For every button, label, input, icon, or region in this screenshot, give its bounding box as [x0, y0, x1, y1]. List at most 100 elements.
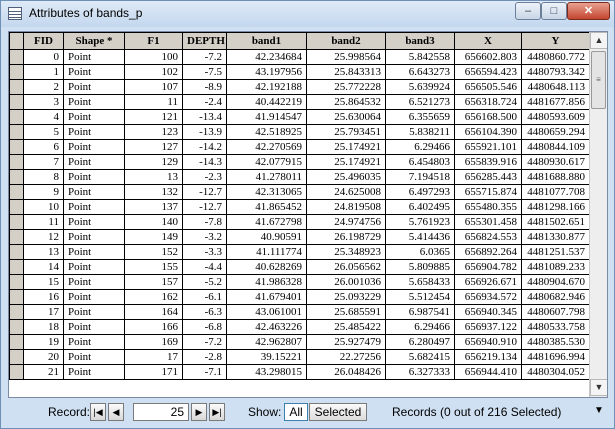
table-cell[interactable]: 656505.546: [454, 79, 522, 95]
table-cell[interactable]: 22.27256: [306, 349, 386, 365]
row-selector[interactable]: [9, 169, 24, 185]
table-cell[interactable]: 656318.724: [454, 94, 522, 110]
table-cell[interactable]: 25.485422: [306, 319, 386, 335]
table-row[interactable]: 5 Point 123 -13.9 42.518925 25.793451 5.838211…: [9, 124, 589, 140]
table-row[interactable]: 8 Point 13 -2.3 41.278011 25.496035 7.194518 65…: [9, 169, 589, 185]
table-cell[interactable]: 5.658433: [385, 274, 455, 290]
table-cell[interactable]: 4: [23, 109, 64, 125]
table-cell[interactable]: 5.809885: [385, 259, 455, 275]
table-cell[interactable]: 6.454803: [385, 154, 455, 170]
table-cell[interactable]: 24.819508: [306, 199, 386, 215]
row-selector[interactable]: [9, 214, 24, 230]
table-cell[interactable]: 4480844.109: [521, 139, 589, 155]
table-cell[interactable]: 6.327333: [385, 364, 455, 380]
table-cell[interactable]: 14: [23, 259, 64, 275]
table-cell[interactable]: 25.843313: [306, 64, 386, 80]
row-selector[interactable]: [9, 109, 24, 125]
table-cell[interactable]: -6.8: [182, 319, 227, 335]
previous-record-button[interactable]: ◀: [108, 403, 124, 421]
table-cell[interactable]: 655921.101: [454, 139, 522, 155]
row-selector[interactable]: [9, 184, 24, 200]
table-cell[interactable]: 15: [23, 274, 64, 290]
table-cell[interactable]: -2.4: [182, 94, 227, 110]
table-cell[interactable]: Point: [63, 259, 125, 275]
table-cell[interactable]: 42.962807: [226, 334, 307, 350]
table-cell[interactable]: 656892.264: [454, 244, 522, 260]
table-cell[interactable]: 43.298015: [226, 364, 307, 380]
table-row[interactable]: 11 Point 140 -7.8 41.672798 24.974756 5.761923…: [9, 214, 589, 230]
table-cell[interactable]: 4480385.530: [521, 334, 589, 350]
table-row[interactable]: 16 Point 162 -6.1 41.679401 25.093229 5.512454…: [9, 289, 589, 305]
close-button[interactable]: ✕: [567, 2, 610, 20]
table-cell[interactable]: 4481077.708: [521, 184, 589, 200]
table-cell[interactable]: 121: [124, 109, 183, 125]
table-cell[interactable]: 39.15221: [226, 349, 307, 365]
table-cell[interactable]: 41.986328: [226, 274, 307, 290]
table-cell[interactable]: 656904.782: [454, 259, 522, 275]
table-cell[interactable]: Point: [63, 274, 125, 290]
table-cell[interactable]: 4481688.880: [521, 169, 589, 185]
row-selector[interactable]: [9, 154, 24, 170]
table-cell[interactable]: 16: [23, 289, 64, 305]
row-selector[interactable]: [9, 199, 24, 215]
table-cell[interactable]: 43.061001: [226, 304, 307, 320]
table-cell[interactable]: -12.7: [182, 184, 227, 200]
table-row[interactable]: 3 Point 11 -2.4 40.442219 25.864532 6.521273 65…: [9, 94, 589, 110]
table-cell[interactable]: 6.643273: [385, 64, 455, 80]
table-cell[interactable]: -14.3: [182, 154, 227, 170]
table-cell[interactable]: 7: [23, 154, 64, 170]
table-cell[interactable]: 171: [124, 364, 183, 380]
row-selector[interactable]: [9, 334, 24, 350]
table-cell[interactable]: 42.192188: [226, 79, 307, 95]
table-cell[interactable]: 40.628269: [226, 259, 307, 275]
table-cell[interactable]: 42.463226: [226, 319, 307, 335]
table-row[interactable]: 21 Point 171 -7.1 43.298015 26.048426 6.327333…: [9, 364, 589, 380]
table-cell[interactable]: 132: [124, 184, 183, 200]
table-cell[interactable]: 656944.410: [454, 364, 522, 380]
row-selector[interactable]: [9, 289, 24, 305]
table-cell[interactable]: 6.0365: [385, 244, 455, 260]
table-cell[interactable]: 123: [124, 124, 183, 140]
table-cell[interactable]: 25.174921: [306, 139, 386, 155]
table-cell[interactable]: 155: [124, 259, 183, 275]
table-cell[interactable]: 25.496035: [306, 169, 386, 185]
table-row[interactable]: 19 Point 169 -7.2 42.962807 25.927479 6.280497…: [9, 334, 589, 350]
table-cell[interactable]: 655480.355: [454, 199, 522, 215]
table-cell[interactable]: 4480682.946: [521, 289, 589, 305]
table-row[interactable]: 12 Point 149 -3.2 40.90591 26.198729 5.414436 6…: [9, 229, 589, 245]
table-cell[interactable]: 656168.500: [454, 109, 522, 125]
table-cell[interactable]: Point: [63, 64, 125, 80]
table-cell[interactable]: 5.682415: [385, 349, 455, 365]
table-cell[interactable]: 656940.910: [454, 334, 522, 350]
table-cell[interactable]: 5: [23, 124, 64, 140]
table-row[interactable]: 0 Point 100 -7.2 42.234684 25.998564 5.842558 6…: [9, 49, 589, 65]
table-cell[interactable]: 42.313065: [226, 184, 307, 200]
table-cell[interactable]: 42.270569: [226, 139, 307, 155]
table-cell[interactable]: -7.5: [182, 64, 227, 80]
table-cell[interactable]: 4480930.617: [521, 154, 589, 170]
table-cell[interactable]: -2.3: [182, 169, 227, 185]
table-cell[interactable]: 4481251.537: [521, 244, 589, 260]
table-row[interactable]: 2 Point 107 -8.9 42.192188 25.772228 5.639924 6…: [9, 79, 589, 95]
row-selector[interactable]: [9, 79, 24, 95]
table-row[interactable]: 7 Point 129 -14.3 42.077915 25.174921 6.454803…: [9, 154, 589, 170]
row-selector[interactable]: [9, 124, 24, 140]
table-cell[interactable]: 25.927479: [306, 334, 386, 350]
table-row[interactable]: 20 Point 17 -2.8 39.15221 22.27256 5.682415 656…: [9, 349, 589, 365]
row-selector[interactable]: [9, 139, 24, 155]
table-cell[interactable]: 4480533.758: [521, 319, 589, 335]
column-header[interactable]: DEPTH: [182, 32, 227, 50]
options-dropdown-icon[interactable]: ▼: [592, 405, 606, 419]
table-cell[interactable]: 7.194518: [385, 169, 455, 185]
table-cell[interactable]: 140: [124, 214, 183, 230]
row-selector[interactable]: [9, 244, 24, 260]
table-cell[interactable]: 41.865452: [226, 199, 307, 215]
table-cell[interactable]: Point: [63, 49, 125, 65]
table-cell[interactable]: Point: [63, 79, 125, 95]
table-cell[interactable]: 5.838211: [385, 124, 455, 140]
table-cell[interactable]: 5.761923: [385, 214, 455, 230]
table-row[interactable]: 4 Point 121 -13.4 41.914547 25.630064 6.355659…: [9, 109, 589, 125]
table-cell[interactable]: 24.625008: [306, 184, 386, 200]
table-cell[interactable]: 4481089.233: [521, 259, 589, 275]
table-cell[interactable]: 0: [23, 49, 64, 65]
